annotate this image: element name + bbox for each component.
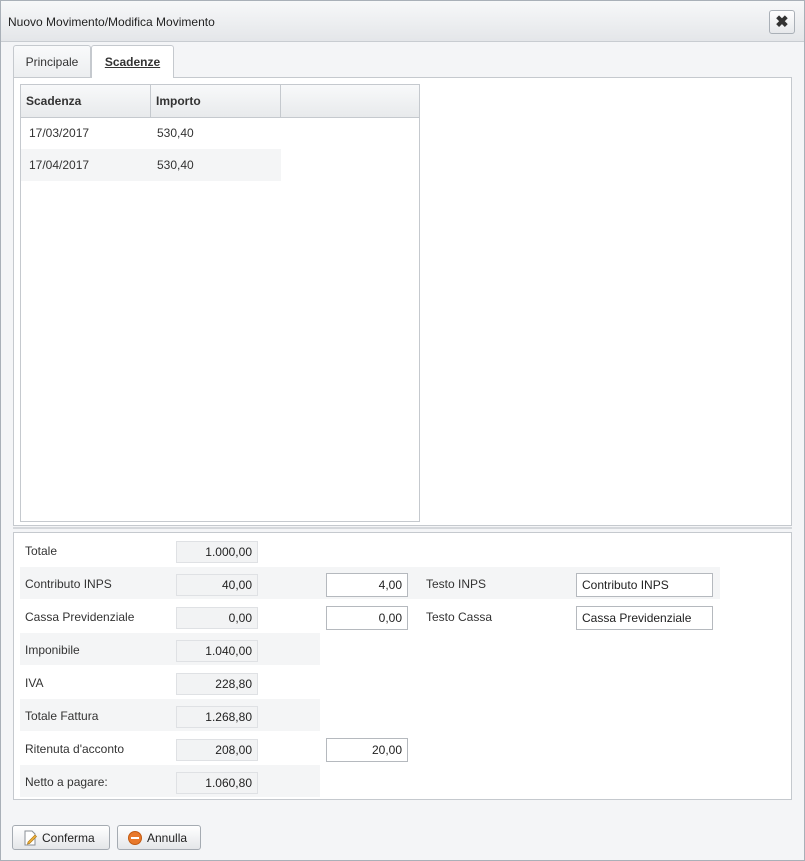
cassa-previdenziale-value: 0,00	[176, 607, 258, 629]
ritenuta-percent-input[interactable]	[326, 738, 408, 762]
dialog-title: Nuovo Movimento/Modifica Movimento	[8, 15, 215, 29]
scadenza-cell: 17/03/2017	[29, 126, 90, 140]
totale-fattura-value: 1.268,80	[176, 706, 258, 728]
dialog-titlebar: Nuovo Movimento/Modifica Movimento ✖	[1, 1, 804, 42]
annulla-button[interactable]: Annulla	[117, 825, 201, 850]
cassa-percent-input[interactable]	[326, 606, 408, 630]
panel-separator	[13, 527, 792, 529]
conferma-label: Conferma	[42, 830, 95, 845]
edit-document-icon	[24, 830, 37, 845]
dialog-window: Nuovo Movimento/Modifica Movimento ✖ Pri…	[0, 0, 805, 861]
column-header-scadenza[interactable]: Scadenza	[21, 85, 151, 117]
scadenza-cell: 17/04/2017	[29, 158, 90, 172]
totale-value: 1.000,00	[176, 541, 258, 563]
minus-circle-icon	[128, 830, 142, 845]
importo-cell: 530,40	[157, 158, 194, 172]
label-contributo-inps: Contributo INPS	[25, 577, 112, 591]
importo-cell: 530,40	[157, 126, 194, 140]
testo-inps-input[interactable]	[576, 573, 713, 597]
label-testo-inps: Testo INPS	[426, 577, 487, 591]
close-button[interactable]: ✖	[769, 10, 795, 34]
label-ritenuta: Ritenuta d'acconto	[25, 742, 125, 756]
conferma-button[interactable]: Conferma	[12, 825, 110, 850]
summary-panel: Totale 1.000,00 Contributo INPS 40,00 Te…	[13, 532, 792, 800]
column-header-importo[interactable]: Importo	[151, 85, 281, 117]
close-icon: ✖	[775, 14, 789, 31]
grid-header: Scadenza Importo	[21, 85, 419, 118]
tab-scadenze[interactable]: Scadenze	[91, 45, 174, 78]
imponibile-value: 1.040,00	[176, 640, 258, 662]
testo-cassa-input[interactable]	[576, 606, 713, 630]
iva-value: 228,80	[176, 673, 258, 695]
label-totale: Totale	[25, 544, 58, 558]
label-totale-fattura: Totale Fattura	[25, 709, 99, 723]
contributo-inps-value: 40,00	[176, 574, 258, 596]
scadenze-panel: Scadenza Importo 17/03/2017 530,40 17/04…	[13, 77, 792, 526]
ritenuta-value: 208,00	[176, 739, 258, 761]
tab-principale[interactable]: Principale	[13, 45, 91, 77]
netto-value: 1.060,80	[176, 772, 258, 794]
label-testo-cassa: Testo Cassa	[426, 610, 493, 624]
label-imponibile: Imponibile	[25, 643, 80, 657]
annulla-label: Annulla	[147, 830, 188, 845]
label-netto-a-pagare: Netto a pagare:	[25, 775, 108, 789]
label-cassa-previdenziale: Cassa Previdenziale	[25, 610, 135, 624]
table-row[interactable]: 17/03/2017 530,40	[21, 117, 281, 149]
contributo-inps-percent-input[interactable]	[326, 573, 408, 597]
label-iva: IVA	[25, 676, 44, 690]
table-row[interactable]: 17/04/2017 530,40	[21, 149, 281, 181]
scadenze-grid: Scadenza Importo 17/03/2017 530,40 17/04…	[20, 84, 420, 522]
